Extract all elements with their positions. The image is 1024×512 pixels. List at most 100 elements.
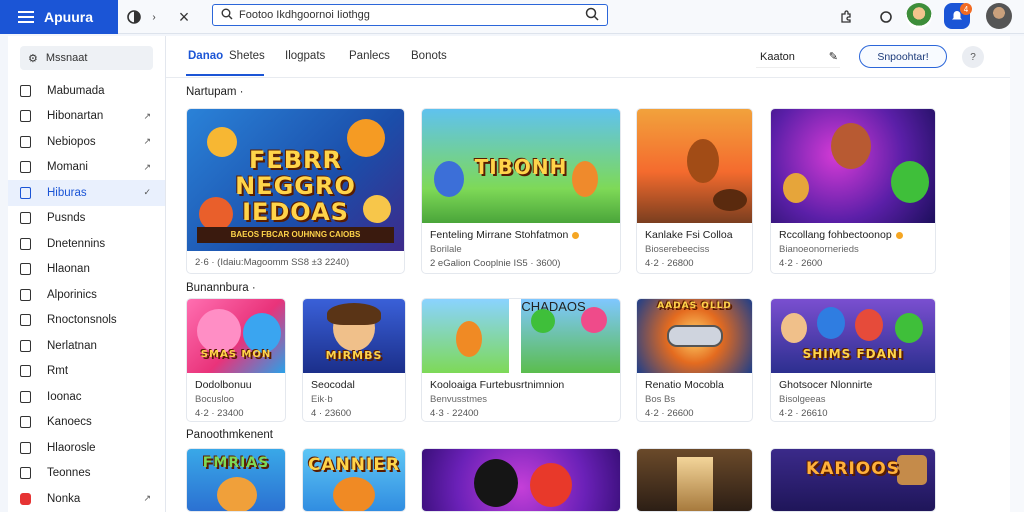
sidebar-item-label: Momani [47, 161, 88, 174]
scrollbar[interactable] [1010, 36, 1024, 512]
game-thumbnail: SHIMS FDANI [771, 299, 935, 373]
sidebar-item[interactable]: Rmt [8, 359, 165, 385]
game-meta: 2·6 · (Idaiu:Magoomm SS8 ±3 2240) [195, 257, 350, 268]
search-submit-icon[interactable] [585, 7, 599, 24]
tab-danao[interactable]: Danao [188, 50, 223, 62]
sidebar-list: Mabumada Hibonartan ↗ Nebiopos ↗ Momani ↗ Hibur… [8, 78, 165, 512]
tab-panlecs[interactable]: Panlecs [349, 50, 390, 62]
puzzle-icon[interactable] [836, 7, 856, 27]
sidebar-item-icon [20, 467, 31, 480]
game-card[interactable]: FEBRR NEGGRO IEDOAS BAEOS FBCAR OUHNNG C… [186, 108, 405, 274]
game-card[interactable] [636, 448, 753, 512]
filter-label: Kaaton [760, 50, 795, 63]
game-card[interactable]: Rccollang fohbectoonop Bianoeonornerieds… [770, 108, 936, 274]
sidebar-item-icon [20, 416, 31, 429]
help-icon[interactable]: ? [962, 46, 984, 68]
game-card[interactable]: FMRIAS [186, 448, 286, 512]
game-card[interactable]: CANNIER [302, 448, 406, 512]
game-meta: 4·2 · 23400 [195, 408, 244, 419]
expand-arrow-icon[interactable]: ↗ [143, 111, 151, 122]
sidebar-item-label: Dnetennins [47, 237, 106, 250]
sidebar-search[interactable]: ⚙ Mssnaat [20, 46, 153, 70]
circle-icon[interactable] [876, 7, 896, 27]
game-art-banner: BAEOS FBCAR OUHNNG CAIOBS [197, 227, 394, 243]
sidebar-item[interactable]: Nerlatnan [8, 333, 165, 359]
game-card[interactable]: TIBONH Fenteling Mirrane Stohfatmon Bori… [421, 108, 621, 274]
game-card[interactable]: KARIOOS [770, 448, 936, 512]
sidebar-item-icon [20, 237, 31, 250]
game-thumbnail [771, 109, 935, 223]
sidebar-item-label: Mabumada [47, 84, 105, 97]
sidebar-item-label: Nebiopos [47, 135, 96, 148]
support-button[interactable]: Snpoohtar! [859, 45, 947, 68]
game-meta: 4·3 · 22400 [430, 408, 479, 419]
game-thumbnail [637, 449, 752, 511]
game-card[interactable] [421, 448, 621, 512]
top-bar: Apuura › × 4 [0, 0, 1024, 34]
game-subtitle: Bocusloo [195, 394, 235, 405]
chevron-right-icon[interactable]: › [144, 7, 164, 27]
sidebar-item[interactable]: Nebiopos ↗ [8, 129, 165, 155]
sidebar-item-label: Kanoecs [47, 416, 92, 429]
tab-ilogpats[interactable]: Ilogpats [285, 50, 325, 62]
game-title: Dodolbonuu [195, 379, 252, 391]
search-input[interactable] [239, 9, 585, 21]
sidebar-item[interactable]: Hiburas ✓ [8, 180, 165, 206]
sidebar-item[interactable]: Rnoctonsnols [8, 308, 165, 334]
filter-field[interactable]: Kaaton ✎ [756, 46, 840, 68]
expand-arrow-icon[interactable]: ↗ [143, 136, 151, 147]
sidebar-item[interactable]: Momani ↗ [8, 155, 165, 181]
game-card[interactable]: SHIMS FDANI Ghotsocer Nlonnirte Bisolgee… [770, 298, 936, 422]
sidebar-item[interactable]: Kanoecs [8, 410, 165, 436]
sidebar-item[interactable]: Alporinics [8, 282, 165, 308]
sidebar-item[interactable]: Ioonac [8, 384, 165, 410]
character-icon[interactable] [906, 3, 932, 29]
sidebar-item[interactable]: Hlaonan [8, 257, 165, 283]
game-meta: 4·2 · 2600 [779, 258, 823, 269]
game-card[interactable]: SMAS MON Dodolbonuu Bocusloo 4·2 · 23400 [186, 298, 286, 422]
search-bar[interactable] [212, 4, 608, 26]
sidebar-item-label: Teonnes [47, 467, 91, 480]
sidebar-item-icon [20, 212, 31, 225]
sidebar-item[interactable]: Teonnes [8, 461, 165, 487]
app-brand[interactable]: Apuura [0, 0, 118, 34]
game-meta: 4·2 · 26610 [779, 408, 828, 419]
notification-badge: 4 [960, 3, 972, 15]
game-card[interactable]: MIRMBS Seocodal Eik·b 4 · 23600 [302, 298, 406, 422]
game-thumbnail: CANNIER [303, 449, 405, 511]
sidebar-item-icon [20, 110, 31, 123]
sidebar-item-label: Alporinics [47, 288, 97, 301]
game-subtitle: Benvusstmes [430, 394, 488, 405]
game-card[interactable]: CHADAOS Kooloaiga Furtebusrtnimnion Benv… [421, 298, 621, 422]
game-title: Rccollang fohbectoonop [771, 223, 935, 241]
game-title: Renatio Mocobla [645, 379, 724, 391]
sidebar-item[interactable]: Hlaorosle [8, 435, 165, 461]
menu-icon[interactable] [18, 11, 34, 23]
game-card[interactable]: Kanlake Fsi Colloa Bioserebeeciss 4·2 · … [636, 108, 753, 274]
sidebar-item[interactable]: Hibonartan ↗ [8, 104, 165, 130]
circle-half-icon[interactable] [124, 7, 144, 27]
expand-arrow-icon[interactable]: ↗ [143, 493, 151, 504]
sidebar-item[interactable]: Dnetennins [8, 231, 165, 257]
search-icon [221, 8, 233, 23]
expand-arrow-icon[interactable]: ↗ [143, 162, 151, 173]
sidebar-item[interactable]: Nonka ↗ [8, 486, 165, 512]
sidebar-item-icon [20, 288, 31, 301]
expand-arrow-icon[interactable]: ✓ [143, 187, 151, 198]
game-meta: 2 eGalion Cooplnie IS5 · 3600) [430, 258, 561, 269]
sidebar-item[interactable]: Mabumada [8, 78, 165, 104]
sidebar-item[interactable]: Pusnds [8, 206, 165, 232]
edit-icon[interactable]: ✎ [829, 50, 838, 63]
game-subtitle: Bos Bs [645, 394, 676, 405]
game-art-title: TIBONH [474, 155, 568, 179]
tab-bonots[interactable]: Bonots [411, 50, 447, 62]
sidebar-item-icon [20, 390, 31, 403]
main-content: Danao Shetes Ilogpats Panlecs Bonots Kaa… [166, 36, 1010, 512]
game-subtitle: Borilale [430, 244, 462, 255]
close-icon[interactable]: × [174, 7, 194, 27]
sidebar-item-label: Rmt [47, 365, 69, 378]
tab-shetes[interactable]: Shetes [229, 50, 265, 62]
game-thumbnail: CHADAOS [422, 299, 620, 373]
game-card[interactable]: AADAS OLLD Renatio Mocobla Bos Bs 4·2 · … [636, 298, 753, 422]
profile-icon[interactable] [986, 3, 1012, 29]
